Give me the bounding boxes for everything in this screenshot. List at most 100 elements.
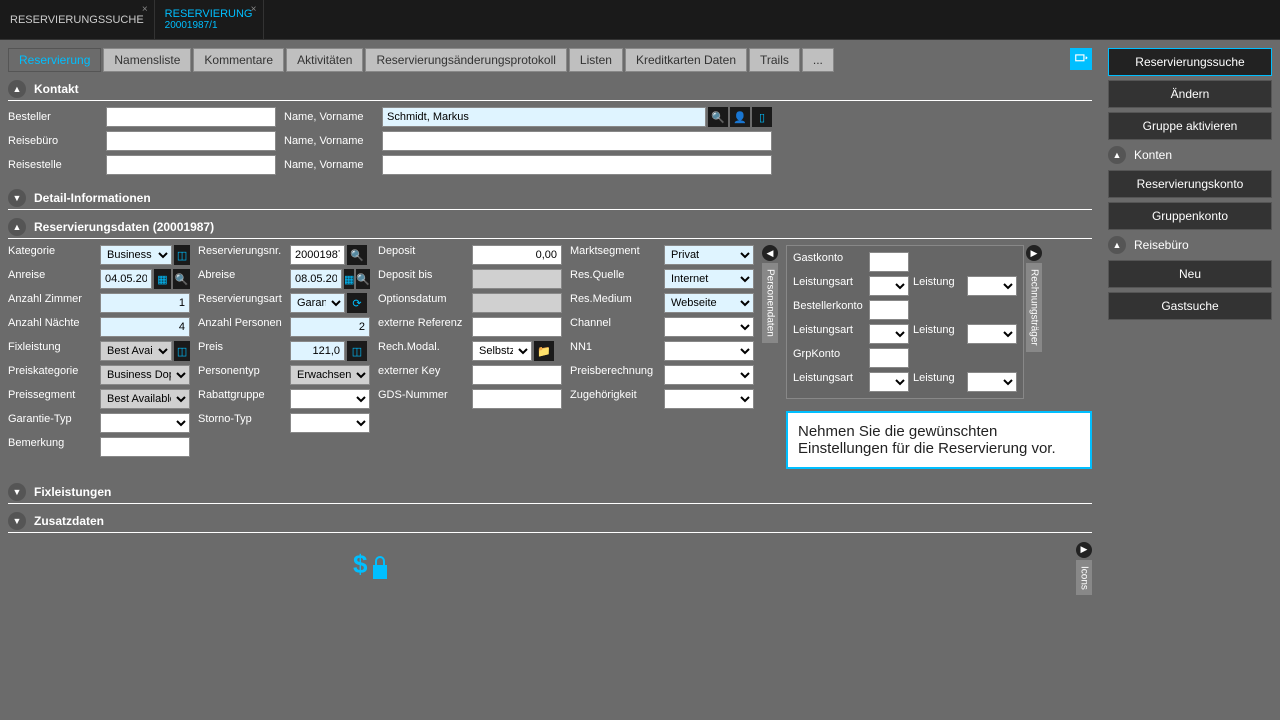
input-anreise[interactable] (100, 269, 152, 289)
btn-reservierungssuche[interactable]: Reservierungssuche (1108, 48, 1272, 76)
select-leistung3[interactable] (967, 372, 1017, 392)
chevron-up-icon[interactable]: ▲ (1108, 146, 1126, 164)
select-leistungsart1[interactable] (869, 276, 909, 296)
btn-reservierungskonto[interactable]: Reservierungskonto (1108, 170, 1272, 198)
navtab-kommentare[interactable]: Kommentare (193, 48, 284, 72)
select-rabatt[interactable] (290, 389, 370, 409)
input-preis[interactable] (290, 341, 345, 361)
device-icon[interactable]: ▯ (752, 107, 772, 127)
btn-neu[interactable]: Neu (1108, 260, 1272, 288)
select-preisber[interactable] (664, 365, 754, 385)
navtab-aktivitaeten[interactable]: Aktivitäten (286, 48, 363, 72)
input-bestellerkonto[interactable] (869, 300, 909, 320)
chevron-down-icon[interactable]: ▼ (8, 189, 26, 207)
btn-gastsuche[interactable]: Gastsuche (1108, 292, 1272, 320)
input-name1[interactable] (382, 107, 706, 127)
info-icon[interactable]: ◫ (174, 341, 190, 361)
select-medium[interactable]: Webseite (664, 293, 754, 313)
close-icon[interactable]: × (251, 4, 257, 15)
input-reisebuero[interactable] (106, 131, 276, 151)
info-icon[interactable]: ◫ (347, 341, 367, 361)
label-kategorie: Kategorie (8, 245, 96, 265)
input-name3[interactable] (382, 155, 772, 175)
input-resnr[interactable] (290, 245, 345, 265)
label-option: Optionsdatum (378, 293, 468, 313)
search-icon[interactable]: 🔍 (173, 269, 190, 289)
select-leistung2[interactable] (967, 324, 1017, 344)
navtab-more[interactable]: ... (802, 48, 834, 72)
select-persontyp[interactable]: Erwachsener ( (290, 365, 370, 385)
input-grpkonto[interactable] (869, 348, 909, 368)
select-fixleistung[interactable]: Best Avai (100, 341, 172, 361)
select-leistungsart3[interactable] (869, 372, 909, 392)
select-leistungsart2[interactable] (869, 324, 909, 344)
select-resart[interactable]: Garantier (290, 293, 345, 313)
person-icon[interactable]: 👤 (730, 107, 750, 127)
chevron-up-icon[interactable]: ▲ (8, 218, 26, 236)
arrow-left-icon[interactable]: ◀ (762, 245, 778, 261)
navtab-kreditkarten[interactable]: Kreditkarten Daten (625, 48, 747, 72)
select-zugehoer[interactable] (664, 389, 754, 409)
input-bemerkung[interactable] (100, 437, 190, 457)
calendar-icon[interactable]: ▦ (344, 269, 354, 289)
input-extkey[interactable] (472, 365, 562, 385)
select-channel[interactable] (664, 317, 754, 337)
input-depositbis[interactable] (472, 269, 562, 289)
page-action-icon[interactable] (1070, 48, 1092, 70)
chevron-down-icon[interactable]: ▼ (8, 483, 26, 501)
section-title: Zusatzdaten (34, 514, 104, 528)
select-rechmod[interactable]: Selbstzal (472, 341, 532, 361)
input-name2[interactable] (382, 131, 772, 151)
tab-reservierungssuche[interactable]: RESERVIERUNGSSUCHE × (0, 0, 155, 39)
input-gastkonto[interactable] (869, 252, 909, 272)
navtab-reservierung[interactable]: Reservierung (8, 48, 101, 72)
chevron-up-icon[interactable]: ▲ (8, 80, 26, 98)
vtab-personendaten[interactable]: Personendaten (762, 263, 778, 343)
close-icon[interactable]: × (142, 4, 148, 15)
label-extref: externe Referenz (378, 317, 468, 337)
label-preisber: Preisberechnung (570, 365, 660, 385)
label-persontyp: Personentyp (198, 365, 286, 385)
select-garantie[interactable] (100, 413, 190, 433)
input-gds[interactable] (472, 389, 562, 409)
navtab-namensliste[interactable]: Namensliste (103, 48, 191, 72)
navtab-trails[interactable]: Trails (749, 48, 800, 72)
search-icon[interactable]: 🔍 (708, 107, 728, 127)
info-icon[interactable]: ◫ (174, 245, 190, 265)
input-naechte[interactable] (100, 317, 190, 337)
btn-gruppenkonto[interactable]: Gruppenkonto (1108, 202, 1272, 230)
input-zimmer[interactable] (100, 293, 190, 313)
search-icon[interactable]: 🔍 (347, 245, 367, 265)
vtab-rechnungstraeger[interactable]: Rechnungsträger (1026, 263, 1042, 352)
input-abreise[interactable] (290, 269, 342, 289)
input-personen[interactable] (290, 317, 370, 337)
refresh-icon[interactable]: ⟳ (347, 293, 367, 313)
input-extref[interactable] (472, 317, 562, 337)
btn-gruppe-aktivieren[interactable]: Gruppe aktivieren (1108, 112, 1272, 140)
select-leistung1[interactable] (967, 276, 1017, 296)
folder-icon[interactable]: 📁 (534, 341, 554, 361)
arrow-right-icon[interactable]: ▶ (1026, 245, 1042, 261)
input-reisestelle[interactable] (106, 155, 276, 175)
select-storno[interactable] (290, 413, 370, 433)
select-preiskat[interactable]: Business Dopp (100, 365, 190, 385)
input-option[interactable] (472, 293, 562, 313)
select-quelle[interactable]: Internet (664, 269, 754, 289)
vtab-icons[interactable]: Icons (1076, 560, 1092, 596)
chevron-up-icon[interactable]: ▲ (1108, 236, 1126, 254)
input-besteller[interactable] (106, 107, 276, 127)
tab-reservierung[interactable]: RESERVIERUNG 20001987/1 × (155, 0, 264, 39)
select-nn1[interactable] (664, 341, 754, 361)
select-kategorie[interactable]: Business (100, 245, 172, 265)
select-markt[interactable]: Privat (664, 245, 754, 265)
tab-label: RESERVIERUNGSSUCHE (10, 14, 144, 26)
chevron-down-icon[interactable]: ▼ (8, 512, 26, 530)
arrow-right-icon[interactable]: ▶ (1076, 542, 1092, 558)
search-icon[interactable]: 🔍 (356, 269, 370, 289)
input-deposit[interactable] (472, 245, 562, 265)
navtab-listen[interactable]: Listen (569, 48, 623, 72)
select-preisseg[interactable]: Best Available (100, 389, 190, 409)
btn-aendern[interactable]: Ändern (1108, 80, 1272, 108)
calendar-icon[interactable]: ▦ (154, 269, 171, 289)
navtab-aenderungsprotokoll[interactable]: Reservierungsänderungsprotokoll (365, 48, 566, 72)
